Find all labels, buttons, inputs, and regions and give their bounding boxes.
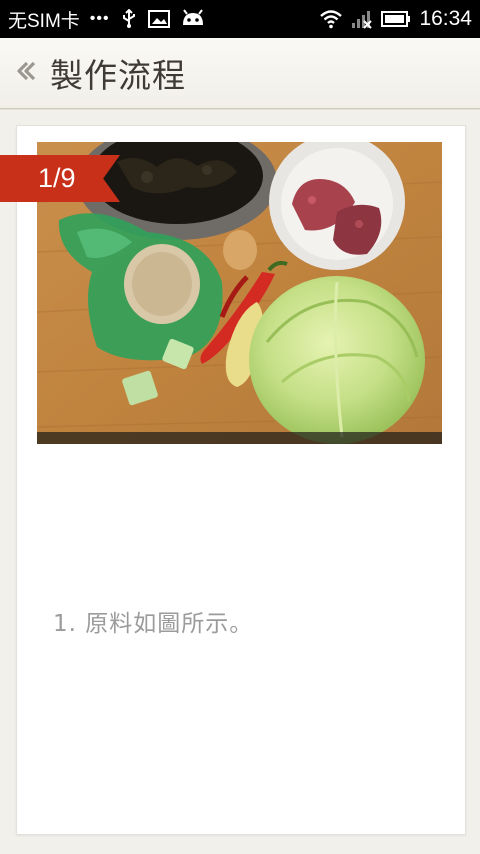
usb-icon <box>120 9 138 29</box>
clock: 16:34 <box>419 7 472 30</box>
step-card: 1. 原料如圖所示。 <box>16 125 466 835</box>
android-icon <box>180 9 206 29</box>
page-title: 製作流程 <box>50 56 186 95</box>
wifi-icon <box>319 9 343 29</box>
carrier-label: 无SIM卡 <box>8 10 80 32</box>
step-description: 1. 原料如圖所示。 <box>53 611 254 637</box>
title-bar: 製作流程 <box>0 38 480 109</box>
step-counter-badge: 1/9 <box>0 155 120 202</box>
battery-icon <box>381 10 411 28</box>
signal-icon <box>351 9 373 29</box>
step-counter: 1/9 <box>38 163 76 193</box>
image-icon <box>147 10 170 28</box>
status-bar: 无SIM卡 ••• 16:34 <box>0 0 480 38</box>
back-button[interactable] <box>4 38 48 108</box>
more-notifications-indicator: ••• <box>89 10 110 27</box>
chevron-left-icon <box>13 58 39 88</box>
